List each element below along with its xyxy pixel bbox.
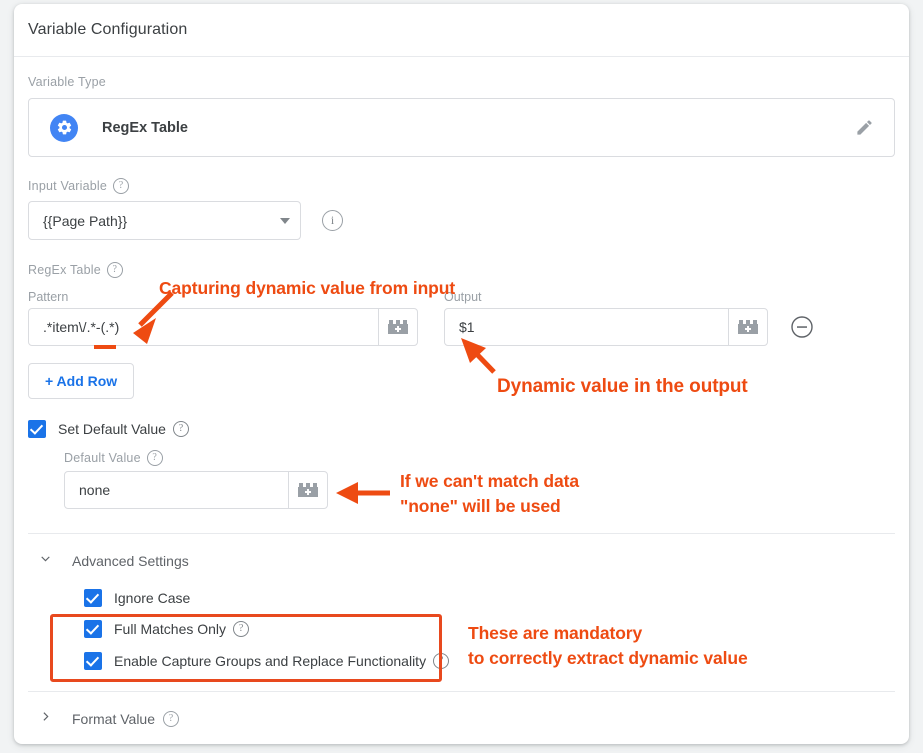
option-ignore-case[interactable]: Ignore Case xyxy=(84,583,895,613)
card-header: Variable Configuration xyxy=(14,4,909,57)
brick-plus-icon[interactable] xyxy=(378,309,417,345)
checkbox-full-matches-only[interactable] xyxy=(84,620,102,638)
default-value-label: Default Value ? xyxy=(64,450,895,466)
input-variable-label: Input Variable ? xyxy=(28,178,895,194)
minus-circle-icon[interactable] xyxy=(782,308,822,346)
table-row: .*item\/.*-(.*) $1 xyxy=(28,308,895,346)
input-variable-value: {{Page Path}} xyxy=(43,212,128,229)
help-icon[interactable]: ? xyxy=(433,653,450,669)
chevron-down-icon xyxy=(280,217,290,224)
pattern-input-value: .*item\/.*-(.*) xyxy=(43,319,120,335)
variable-type-section: Variable Type RegEx Table xyxy=(28,57,895,157)
brick-plus-icon[interactable] xyxy=(728,309,767,345)
default-value-input[interactable]: none xyxy=(64,471,328,509)
set-default-value-label-text: Set Default Value xyxy=(58,421,166,437)
chevron-right-icon xyxy=(38,710,52,727)
regex-table-label-text: RegEx Table xyxy=(28,263,101,277)
help-icon[interactable]: ? xyxy=(106,262,123,278)
format-value-header[interactable]: Format Value ? xyxy=(28,692,895,727)
variable-type-box[interactable]: RegEx Table xyxy=(28,98,895,157)
help-icon[interactable]: ? xyxy=(233,621,250,637)
column-header-output: Output xyxy=(444,290,482,304)
help-icon[interactable]: ? xyxy=(163,710,179,727)
pencil-icon[interactable] xyxy=(840,104,888,152)
output-input[interactable]: $1 xyxy=(444,308,768,346)
checkbox-set-default-value[interactable] xyxy=(28,420,46,438)
annotation-output-note: Dynamic value in the output xyxy=(497,376,748,397)
advanced-settings-title: Advanced Settings xyxy=(72,552,189,569)
format-value-title-text: Format Value xyxy=(72,710,155,727)
output-input-value: $1 xyxy=(459,319,475,335)
annotation-capture-note: Capturing dynamic value from input xyxy=(159,278,456,298)
advanced-settings-header[interactable]: Advanced Settings xyxy=(28,534,895,569)
input-variable-select[interactable]: {{Page Path}} xyxy=(28,201,301,240)
input-variable-section: Input Variable ? {{Page Path}} i xyxy=(28,157,895,240)
set-default-value-checkbox-row[interactable]: Set Default Value ? xyxy=(28,420,895,438)
format-value-title: Format Value ? xyxy=(72,710,179,727)
pattern-input[interactable]: .*item\/.*-(.*) xyxy=(28,308,418,346)
chevron-down-icon xyxy=(38,552,52,569)
option-label-wrap: Full Matches Only ? xyxy=(114,621,250,637)
default-value-label-text: Default Value xyxy=(64,451,141,465)
variable-type-name: RegEx Table xyxy=(102,119,188,136)
regex-table-section: RegEx Table ? Pattern Output .*item\/.*-… xyxy=(28,240,895,399)
option-label-wrap: Enable Capture Groups and Replace Functi… xyxy=(114,653,450,669)
input-variable-row: {{Page Path}} i xyxy=(28,201,895,240)
variable-configuration-card: Variable Configuration Variable Type Reg… xyxy=(14,4,909,744)
help-icon[interactable]: ? xyxy=(113,178,130,194)
annotation-default-note: If we can't match data "none" will be us… xyxy=(400,471,579,516)
option-label: Enable Capture Groups and Replace Functi… xyxy=(114,653,427,669)
checkbox-enable-capture-groups[interactable] xyxy=(84,652,102,670)
help-icon[interactable]: ? xyxy=(172,421,189,437)
gear-icon xyxy=(50,113,78,142)
set-default-value-label: Set Default Value ? xyxy=(58,421,189,437)
page-title: Variable Configuration xyxy=(28,21,188,38)
card-body: Variable Type RegEx Table Input Variable xyxy=(14,57,909,727)
checkbox-ignore-case[interactable] xyxy=(84,589,102,607)
option-label: Ignore Case xyxy=(114,590,191,606)
annotation-mandatory-note: These are mandatory to correctly extract… xyxy=(468,623,748,668)
variable-type-label: Variable Type xyxy=(28,75,106,89)
add-row-button[interactable]: + Add Row xyxy=(28,363,135,399)
option-label: Full Matches Only xyxy=(114,621,227,637)
help-icon[interactable]: ? xyxy=(146,450,163,466)
info-icon[interactable]: i xyxy=(322,210,343,231)
input-variable-label-text: Input Variable xyxy=(28,179,108,193)
brick-plus-icon[interactable] xyxy=(288,472,327,508)
default-value-input-value: none xyxy=(79,482,111,498)
